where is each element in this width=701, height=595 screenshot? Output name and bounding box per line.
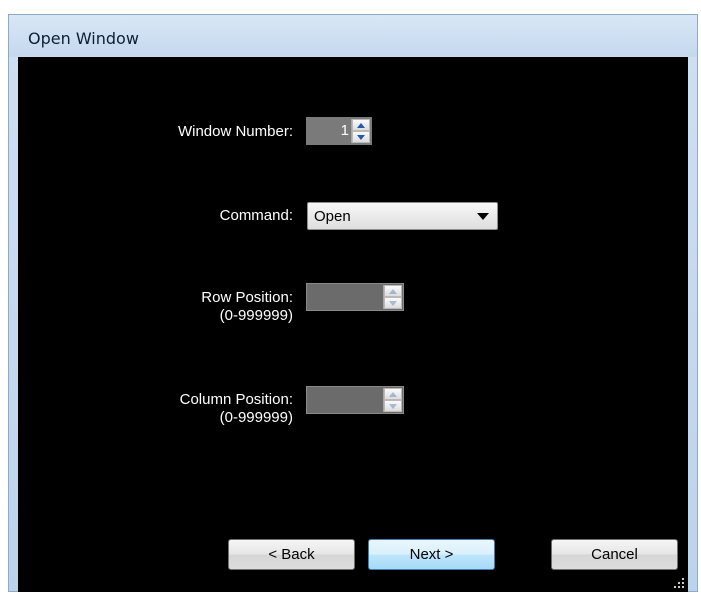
column-position-range: (0-999999) xyxy=(219,409,293,426)
column-position-label-text: Column Position: xyxy=(179,391,293,408)
row-position-label: Row Position: (0-999999) xyxy=(108,289,293,325)
row-position-up-button[interactable] xyxy=(384,285,402,297)
window-number-spin-buttons xyxy=(351,119,370,143)
row-position-down-button[interactable] xyxy=(384,297,402,309)
command-dropdown[interactable]: Open xyxy=(307,202,498,230)
dialog-content: Window Number: 1 Command: Open Row Posit… xyxy=(18,57,688,592)
column-position-spin-buttons xyxy=(383,388,402,412)
chevron-down-icon xyxy=(389,301,397,306)
row-position-label-text: Row Position: xyxy=(201,289,293,306)
column-position-spinner[interactable] xyxy=(306,386,404,414)
window-number-value: 1 xyxy=(340,122,349,139)
column-position-down-button[interactable] xyxy=(384,400,402,412)
window-number-label: Window Number: xyxy=(177,123,293,140)
command-selected-value: Open xyxy=(314,208,351,225)
chevron-up-icon xyxy=(357,123,365,128)
column-position-label: Column Position: (0-999999) xyxy=(108,391,293,427)
dropdown-arrow-icon xyxy=(477,213,489,220)
row-position-spin-buttons xyxy=(383,285,402,309)
column-position-up-button[interactable] xyxy=(384,388,402,400)
title-bar[interactable]: Open Window xyxy=(9,15,697,57)
row-position-range: (0-999999) xyxy=(219,307,293,324)
dialog-window: Open Window Window Number: 1 Command: Op… xyxy=(8,14,698,592)
window-number-up-button[interactable] xyxy=(352,119,370,131)
next-button[interactable]: Next > xyxy=(368,539,495,570)
resize-grip-icon[interactable] xyxy=(672,576,684,588)
chevron-up-icon xyxy=(389,392,397,397)
chevron-down-icon xyxy=(389,404,397,409)
row-position-spinner[interactable] xyxy=(306,283,404,311)
command-label: Command: xyxy=(219,207,293,224)
window-number-down-button[interactable] xyxy=(352,131,370,143)
window-title: Open Window xyxy=(28,29,139,48)
chevron-down-icon xyxy=(357,135,365,140)
cancel-button[interactable]: Cancel xyxy=(551,539,678,570)
back-button[interactable]: < Back xyxy=(228,539,355,570)
window-number-spinner[interactable]: 1 xyxy=(306,117,372,145)
chevron-up-icon xyxy=(389,289,397,294)
